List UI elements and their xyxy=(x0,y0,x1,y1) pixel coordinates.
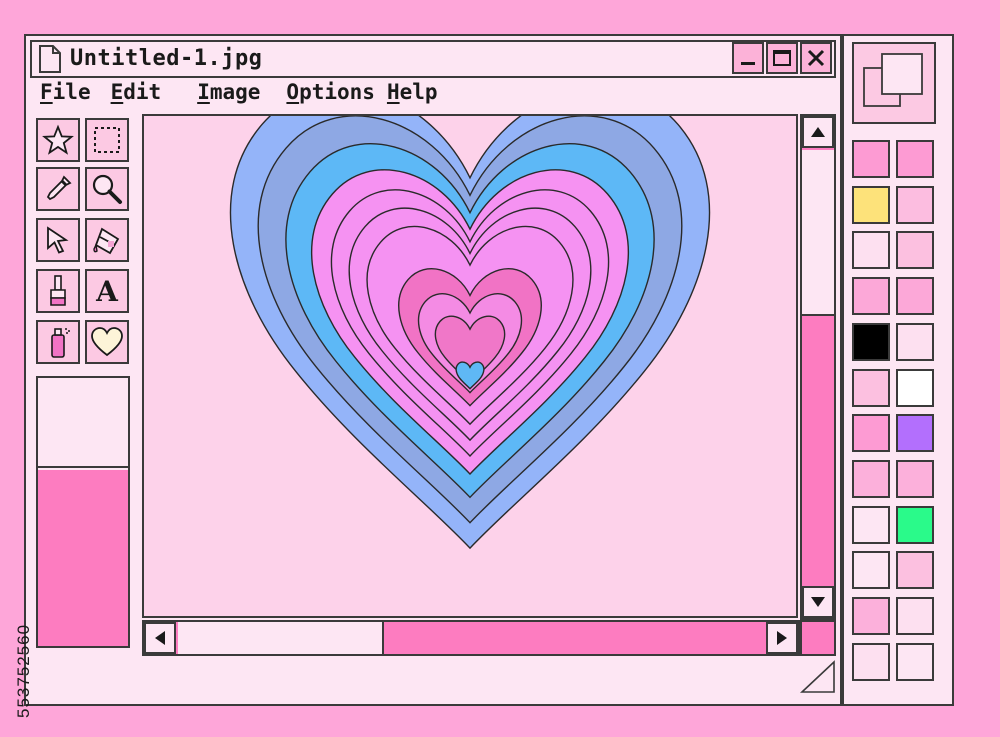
palette-swatch[interactable] xyxy=(852,277,890,316)
palette-swatch[interactable] xyxy=(852,505,890,544)
stock-id-text: 553752560 xyxy=(14,623,33,718)
arrow-right-icon xyxy=(777,631,787,645)
menu-edit[interactable]: Edit xyxy=(111,80,162,110)
spray-can-icon xyxy=(51,328,70,358)
resize-grip-icon[interactable] xyxy=(798,658,838,696)
palette-swatch[interactable] xyxy=(896,597,934,635)
magnifier-icon xyxy=(92,174,122,204)
tool-eyedropper[interactable] xyxy=(36,167,80,211)
vertical-scrollbar[interactable] xyxy=(800,114,836,620)
menu-options[interactable]: Options xyxy=(286,80,375,110)
palette-swatch[interactable] xyxy=(896,140,934,178)
minimize-icon xyxy=(741,62,755,65)
close-button[interactable] xyxy=(800,42,832,74)
window-title: Untitled-1.jpg xyxy=(70,46,263,71)
tool-magnifier[interactable] xyxy=(85,167,129,211)
scrollbar-corner xyxy=(800,620,836,656)
palette-swatch[interactable] xyxy=(896,505,934,544)
tool-pointer[interactable] xyxy=(36,218,80,262)
tool-brush[interactable] xyxy=(36,269,80,313)
palette-swatch[interactable] xyxy=(852,368,890,407)
tool-star[interactable] xyxy=(36,118,80,162)
tool-heart[interactable] xyxy=(85,320,129,364)
palette-swatch[interactable] xyxy=(896,642,934,681)
scroll-up-button[interactable] xyxy=(802,116,834,148)
layers-icon xyxy=(863,53,923,107)
close-icon xyxy=(807,49,825,67)
tool-rect-select[interactable] xyxy=(85,118,129,162)
palette-swatch[interactable] xyxy=(896,231,934,270)
layers-preview[interactable] xyxy=(852,42,936,124)
heart-icon xyxy=(91,327,123,357)
menu-file[interactable]: File xyxy=(40,80,91,110)
maximize-button[interactable] xyxy=(766,42,798,74)
heart-artwork xyxy=(229,116,711,550)
rect-select-icon xyxy=(94,127,120,153)
star-icon xyxy=(42,124,74,155)
menu-image[interactable]: Image xyxy=(197,80,260,110)
horizontal-scroll-thumb[interactable] xyxy=(178,622,384,654)
scroll-left-button[interactable] xyxy=(144,622,176,654)
palette-swatch[interactable] xyxy=(896,185,934,224)
tool-paint-bucket[interactable] xyxy=(85,218,129,262)
palette-swatch[interactable] xyxy=(852,597,890,635)
palette-swatch[interactable] xyxy=(852,459,890,498)
vertical-scroll-thumb[interactable] xyxy=(802,150,834,316)
palette-swatch[interactable] xyxy=(852,551,890,590)
eyedropper-icon xyxy=(46,175,72,201)
palette-swatch[interactable] xyxy=(852,414,890,453)
drawing-canvas[interactable] xyxy=(142,114,798,618)
pointer-icon xyxy=(47,226,69,254)
palette-swatch[interactable] xyxy=(896,368,934,407)
menu-help[interactable]: Help xyxy=(387,80,438,110)
scroll-down-button[interactable] xyxy=(802,586,834,618)
palette-swatch[interactable] xyxy=(852,185,890,224)
tool-text[interactable]: A xyxy=(85,269,129,313)
horizontal-scrollbar[interactable] xyxy=(142,620,800,656)
menu-bar: File Edit Image Options Help xyxy=(40,80,458,110)
secondary-color[interactable] xyxy=(38,470,128,646)
color-selector[interactable] xyxy=(36,376,130,648)
palette-swatch[interactable] xyxy=(852,642,890,681)
arrow-left-icon xyxy=(155,631,165,645)
palette-swatch[interactable] xyxy=(896,551,934,590)
palette-swatch[interactable] xyxy=(896,414,934,453)
palette-swatch[interactable] xyxy=(896,277,934,316)
palette-swatch[interactable] xyxy=(852,140,890,178)
primary-color[interactable] xyxy=(38,378,128,468)
document-icon xyxy=(38,44,62,74)
arrow-down-icon xyxy=(811,597,825,607)
palette-swatch[interactable] xyxy=(896,459,934,498)
maximize-icon xyxy=(773,50,791,66)
brush-icon xyxy=(50,275,66,306)
paint-bucket-icon xyxy=(93,227,120,255)
palette-swatch[interactable] xyxy=(896,322,934,361)
palette-swatch[interactable] xyxy=(852,231,890,270)
text-icon: A xyxy=(96,274,118,308)
minimize-button[interactable] xyxy=(732,42,764,74)
palette-swatch[interactable] xyxy=(852,322,890,361)
tool-spray-can[interactable] xyxy=(36,320,80,364)
arrow-up-icon xyxy=(811,127,825,137)
scroll-right-button[interactable] xyxy=(766,622,798,654)
